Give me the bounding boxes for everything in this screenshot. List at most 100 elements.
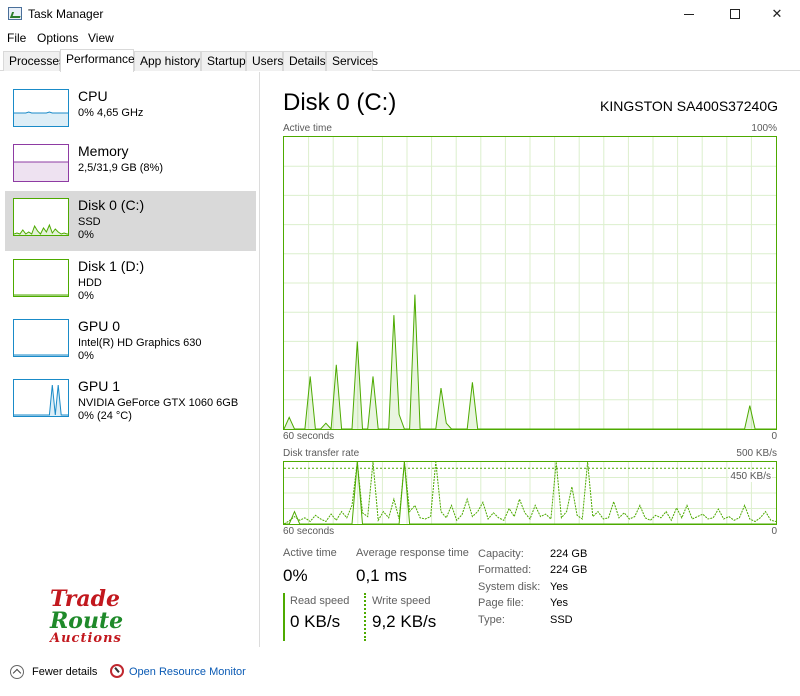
resource-gpu-0[interactable]: GPU 0 Intel(R) HD Graphics 630 0% <box>5 312 256 372</box>
capacity-value: 224 GB <box>550 548 588 560</box>
system-disk-key: System disk: <box>478 581 541 593</box>
thumbnail-line <box>14 384 68 416</box>
transfer-rate-graph-duration: 60 seconds <box>283 526 335 537</box>
type-value: SSD <box>550 614 573 626</box>
logo-trade-text: Trade <box>50 586 120 612</box>
response-time-label: Average response time <box>356 547 469 559</box>
maximize-icon <box>730 9 740 19</box>
resource-title: GPU 1 <box>78 378 121 394</box>
disk-1-thumbnail-graph <box>13 259 69 297</box>
menu-options[interactable]: Options <box>37 31 78 45</box>
minimize-button[interactable] <box>666 0 712 28</box>
resource-cpu[interactable]: CPU 0% 4,65 GHz <box>5 82 256 142</box>
close-button[interactable]: ✕ <box>754 0 800 28</box>
tab-performance[interactable]: Performance <box>60 49 135 72</box>
thumbnail-line <box>14 223 68 235</box>
resource-title: CPU <box>78 88 108 104</box>
menu-view[interactable]: View <box>88 31 114 45</box>
cpu-thumbnail-graph <box>13 89 69 127</box>
read-speed-label: Read speed <box>290 595 350 607</box>
active-time-graph-min: 0 <box>771 431 777 442</box>
response-time-value: 0,1 ms <box>356 566 408 585</box>
thumbnail-area <box>14 112 68 126</box>
formatted-key: Formatted: <box>478 564 532 576</box>
tab-processes[interactable]: Processes <box>3 51 65 71</box>
task-manager-icon <box>8 7 22 20</box>
resource-title: Disk 1 (D:) <box>78 258 145 274</box>
thumbnail-line <box>14 111 68 126</box>
open-resource-monitor-link[interactable]: Open Resource Monitor <box>129 666 246 678</box>
thumbnail-line <box>14 294 68 296</box>
page-file-key: Page file: <box>478 597 524 609</box>
resource-gpu-1[interactable]: GPU 1 NVIDIA GeForce GTX 1060 6GB 0% (24… <box>5 372 256 432</box>
resource-list: CPU 0% 4,65 GHz Memory 2,5/31,9 GB (8%) … <box>0 72 260 647</box>
gpu-1-thumbnail-graph <box>13 379 69 417</box>
capacity-key: Capacity: <box>478 548 524 560</box>
active-time-graph-label: Active time <box>283 123 332 134</box>
gpu-0-thumbnail-graph <box>13 319 69 357</box>
fewer-details-button[interactable]: Fewer details <box>32 666 97 678</box>
menu-bar: File Options View <box>0 28 800 48</box>
write-speed-indicator <box>364 593 366 641</box>
menu-file[interactable]: File <box>7 31 26 45</box>
title-bar: Task Manager ✕ <box>0 0 800 28</box>
read-speed-value: 0 KB/s <box>290 612 341 631</box>
thumbnail-series <box>14 384 68 416</box>
footer: Fewer details Open Resource Monitor <box>0 656 800 696</box>
resource-detail: 0% 4,65 GHz <box>78 107 144 119</box>
resource-memory[interactable]: Memory 2,5/31,9 GB (8%) <box>5 137 256 197</box>
logo-auctions-text: Auctions <box>50 631 122 646</box>
resource-detail: Intel(R) HD Graphics 630 <box>78 337 202 349</box>
disk-title: Disk 0 (C:) <box>283 89 397 116</box>
page-file-value: Yes <box>550 597 568 609</box>
thumbnail-area <box>14 162 68 181</box>
tab-details[interactable]: Details <box>283 51 326 71</box>
resource-title: Disk 0 (C:) <box>78 197 145 213</box>
tab-startup[interactable]: Startup <box>201 51 246 71</box>
thumbnail-series <box>14 111 68 114</box>
disk-0-thumbnail-graph <box>13 198 69 236</box>
type-key: Type: <box>478 614 505 626</box>
resource-usage: 0% (24 °C) <box>78 410 132 422</box>
active-time-label: Active time <box>283 547 337 559</box>
resource-usage: 0% <box>78 229 94 241</box>
resource-detail: SSD <box>78 216 101 228</box>
resource-usage: 0% <box>78 350 94 362</box>
resource-title: Memory <box>78 143 129 159</box>
active-time-graph-max: 100% <box>751 123 777 134</box>
tab-services[interactable]: Services <box>326 51 378 71</box>
transfer-rate-graph-max: 500 KB/s <box>736 448 777 459</box>
close-icon: ✕ <box>771 6 783 21</box>
tab-users[interactable]: Users <box>246 51 283 71</box>
active-time-graph <box>283 136 777 430</box>
tab-app-history[interactable]: App history <box>134 51 201 71</box>
write-speed-label: Write speed <box>372 595 431 607</box>
resource-title: GPU 0 <box>78 318 121 334</box>
active-time-graph-duration: 60 seconds <box>283 431 335 442</box>
resource-disk-0[interactable]: Disk 0 (C:) SSD 0% <box>5 191 256 251</box>
thumbnail-line <box>14 161 68 181</box>
transfer-rate-reference-label: 450 KB/s <box>729 471 772 482</box>
resource-usage: 0% <box>78 290 94 302</box>
window-title: Task Manager <box>28 7 104 21</box>
resource-monitor-icon <box>110 664 124 678</box>
disk-model: KINGSTON SA400S37240G <box>600 98 778 114</box>
trade-route-auctions-logo: Trade Route Auctions <box>50 586 124 646</box>
resource-detail: NVIDIA GeForce GTX 1060 6GB <box>78 397 239 409</box>
formatted-value: 224 GB <box>550 564 588 576</box>
resource-detail: 2,5/31,9 GB (8%) <box>78 162 163 174</box>
chevron-up-icon[interactable] <box>10 665 24 679</box>
logo-route-text: Route <box>50 608 124 634</box>
thumbnail-line <box>14 354 68 356</box>
active-time-value: 0% <box>283 566 308 585</box>
maximize-button[interactable] <box>712 0 758 28</box>
minimize-icon <box>684 13 694 15</box>
write-speed-value: 9,2 KB/s <box>372 612 437 631</box>
system-disk-value: Yes <box>550 581 568 593</box>
read-speed-indicator <box>283 593 285 641</box>
resource-disk-1[interactable]: Disk 1 (D:) HDD 0% <box>5 252 256 312</box>
memory-thumbnail-graph <box>13 144 69 182</box>
resource-detail: HDD <box>78 277 102 289</box>
transfer-rate-graph <box>283 461 777 525</box>
transfer-rate-graph-min: 0 <box>771 526 777 537</box>
